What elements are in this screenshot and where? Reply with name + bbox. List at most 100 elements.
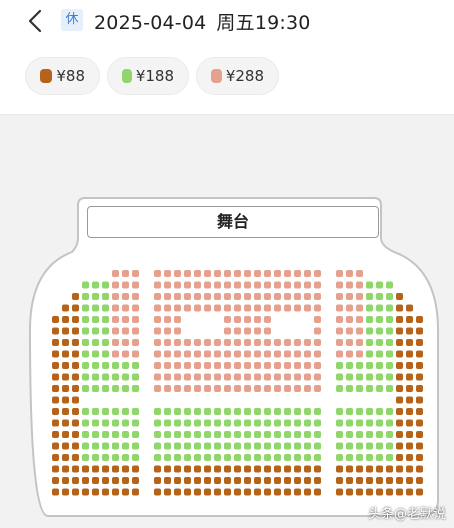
seat[interactable] [284, 281, 291, 289]
seat[interactable] [52, 431, 59, 438]
seat[interactable] [366, 293, 373, 300]
seat[interactable] [82, 304, 89, 312]
seat[interactable] [174, 431, 181, 438]
seat[interactable] [164, 304, 171, 312]
seat[interactable] [102, 454, 109, 461]
seat[interactable] [234, 327, 241, 335]
seat[interactable] [346, 465, 353, 473]
seat[interactable] [386, 362, 393, 369]
seat[interactable] [304, 281, 311, 289]
seat[interactable] [386, 304, 393, 312]
seat[interactable] [346, 281, 353, 289]
seat[interactable] [184, 488, 191, 496]
seat[interactable] [52, 442, 59, 450]
seat[interactable] [72, 454, 79, 461]
seat[interactable] [356, 408, 363, 415]
seat[interactable] [154, 385, 161, 392]
seat[interactable] [174, 339, 181, 346]
seat[interactable] [346, 316, 353, 323]
seat[interactable] [234, 350, 241, 358]
seat[interactable] [122, 431, 129, 438]
seat[interactable] [132, 281, 139, 289]
seat[interactable] [92, 350, 99, 358]
seat[interactable] [82, 293, 89, 300]
seat[interactable] [52, 316, 59, 323]
seat[interactable] [244, 454, 251, 461]
seat[interactable] [194, 281, 201, 289]
seat[interactable] [164, 316, 171, 323]
seat[interactable] [184, 362, 191, 369]
seat[interactable] [224, 419, 231, 427]
seat[interactable] [132, 454, 139, 461]
seat[interactable] [164, 327, 171, 335]
seat[interactable] [396, 385, 403, 392]
seat[interactable] [194, 350, 201, 358]
seat[interactable] [92, 327, 99, 335]
seat[interactable] [174, 419, 181, 427]
seat[interactable] [82, 316, 89, 323]
seat[interactable] [396, 396, 403, 404]
seat[interactable] [72, 465, 79, 473]
seat[interactable] [314, 385, 321, 392]
seat[interactable] [52, 327, 59, 335]
seat[interactable] [406, 316, 413, 323]
seat[interactable] [82, 373, 89, 381]
seat[interactable] [164, 442, 171, 450]
seat[interactable] [274, 465, 281, 473]
seat[interactable] [214, 281, 221, 289]
seat[interactable] [284, 304, 291, 312]
seat[interactable] [72, 419, 79, 427]
seat[interactable] [366, 316, 373, 323]
seat[interactable] [376, 316, 383, 323]
seat[interactable] [122, 339, 129, 346]
seat[interactable] [52, 373, 59, 381]
seat[interactable] [396, 350, 403, 358]
seat[interactable] [314, 465, 321, 473]
seat[interactable] [112, 339, 119, 346]
seat[interactable] [224, 431, 231, 438]
seat[interactable] [164, 339, 171, 346]
seat[interactable] [184, 304, 191, 312]
seat[interactable] [396, 293, 403, 300]
seat[interactable] [294, 477, 301, 484]
seat[interactable] [184, 431, 191, 438]
seat[interactable] [294, 419, 301, 427]
seat[interactable] [356, 419, 363, 427]
seat[interactable] [154, 304, 161, 312]
seat[interactable] [132, 385, 139, 392]
seat[interactable] [102, 419, 109, 427]
seat[interactable] [132, 408, 139, 415]
seat[interactable] [154, 408, 161, 415]
seat[interactable] [122, 327, 129, 335]
seat[interactable] [346, 488, 353, 496]
seat[interactable] [244, 293, 251, 300]
seat[interactable] [376, 442, 383, 450]
seat[interactable] [396, 304, 403, 312]
seat[interactable] [366, 339, 373, 346]
seat[interactable] [72, 396, 79, 404]
seat[interactable] [92, 454, 99, 461]
seat[interactable] [184, 281, 191, 289]
seat[interactable] [346, 327, 353, 335]
seat[interactable] [122, 281, 129, 289]
seat[interactable] [356, 431, 363, 438]
seat[interactable] [336, 488, 343, 496]
seat[interactable] [356, 362, 363, 369]
seat[interactable] [346, 431, 353, 438]
seat[interactable] [102, 477, 109, 484]
seat[interactable] [356, 327, 363, 335]
seat[interactable] [396, 408, 403, 415]
seat[interactable] [184, 454, 191, 461]
seat[interactable] [174, 442, 181, 450]
seat[interactable] [112, 350, 119, 358]
seat[interactable] [244, 408, 251, 415]
seat[interactable] [234, 442, 241, 450]
seat[interactable] [244, 339, 251, 346]
seat[interactable] [224, 316, 231, 323]
seat[interactable] [52, 488, 59, 496]
seat[interactable] [356, 270, 363, 277]
seat[interactable] [204, 304, 211, 312]
seat[interactable] [52, 477, 59, 484]
seat[interactable] [214, 293, 221, 300]
seat[interactable] [244, 385, 251, 392]
